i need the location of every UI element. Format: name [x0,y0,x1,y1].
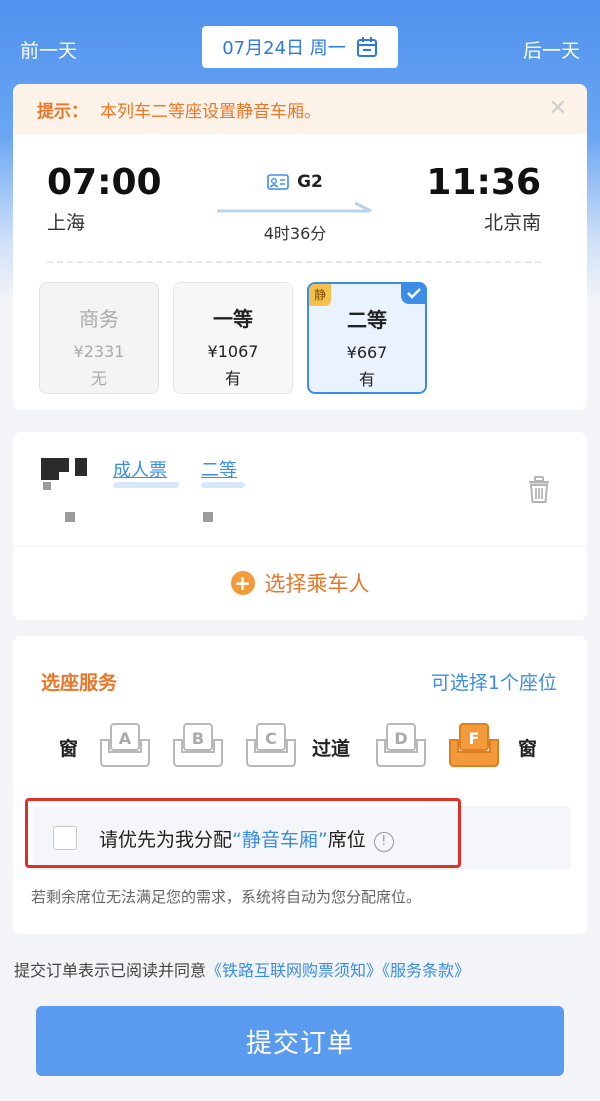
seat-f-button[interactable]: F [446,722,502,770]
notice-text: 本列车二等座设置静音车厢。 [100,101,321,122]
seat-letter: D [394,729,408,748]
add-passenger-button[interactable]: + 选择乘车人 [13,568,587,598]
seat-class-availability: 有 [224,369,241,388]
departure-time: 07:00 [47,162,162,203]
date-label: 07月24日 周一 [222,38,346,59]
check-icon [401,282,427,304]
passenger-seat-class-link[interactable]: 二等 [201,456,237,488]
window-label-right: 窗 [518,738,538,760]
train-info-card: 提示： 本列车二等座设置静音车厢。 ✕ 07:00 上海 G2 4时36分 11… [13,84,587,410]
trash-icon[interactable] [527,476,551,504]
travel-duration: 4时36分 [263,224,327,243]
submit-order-button[interactable]: 提交订单 [36,1006,564,1076]
train-number: G2 [297,172,323,192]
agreement-prefix: 提交订单表示已阅读并同意 [14,961,207,980]
aisle-label: 过道 [312,738,351,760]
terms-link[interactable]: 《服务条款》 [382,961,470,980]
agreement-text: 提交订单表示已阅读并同意《铁路互联网购票须知》《服务条款》 [14,957,470,981]
quiet-carriage-badge: 静 [309,284,331,306]
seat-class-availability: 有 [358,370,375,389]
arrival-time: 11:36 [426,162,541,203]
seat-map-row: 窗 A B C 过道 D F 窗 [13,722,587,772]
divider [47,261,541,263]
add-passenger-label: 选择乘车人 [264,572,370,596]
seat-b-button[interactable]: B [170,722,226,770]
id-card-icon [267,174,289,190]
seat-a-button[interactable]: A [97,722,153,770]
ticket-type-link[interactable]: 成人票 [113,456,167,488]
seat-letter: C [265,729,277,748]
seat-d-button[interactable]: D [373,722,429,770]
route-arrow-icon [217,201,372,213]
ticket-rules-link[interactable]: 《铁路互联网购票须知》 [206,961,382,980]
divider [13,546,587,547]
seat-letter: F [468,729,480,748]
seat-selection-card: 选座服务 可选择1个座位 窗 A B C 过道 D F 窗 请优先为我分配“静音 [13,636,587,934]
arrival-station: 北京南 [483,212,541,234]
calendar-icon [356,37,377,57]
highlight-frame [25,798,461,868]
departure-station: 上海 [47,212,86,234]
seat-c-button[interactable]: C [243,722,299,770]
seat-letter: A [118,729,132,748]
seat-class-price: ¥667 [346,343,388,362]
passenger-card: 成人票 二等 + 选择乘车人 [13,432,587,620]
seat-class-business[interactable]: 商务 ¥2331 无 [39,282,159,394]
date-picker[interactable]: 07月24日 周一 [202,26,398,68]
seat-class-price: ¥1067 [207,342,259,361]
seat-class-first[interactable]: 一等 ¥1067 有 [173,282,293,394]
notice-label: 提示： [37,101,88,122]
window-label-left: 窗 [59,738,79,760]
next-day-button[interactable]: 后一天 [523,36,580,63]
seat-class-name: 一等 [213,307,253,331]
seat-class-price: ¥2331 [73,342,125,361]
seat-class-availability: 无 [90,369,107,388]
notice-bar: 提示： 本列车二等座设置静音车厢。 ✕ [13,84,587,134]
date-navigation: 前一天 07月24日 周一 后一天 [0,24,600,70]
seat-class-name: 二等 [347,308,387,332]
seat-allocation-note: 若剩余席位无法满足您的需求，系统将自动为您分配席位。 [31,888,422,906]
seat-limit-text: 可选择1个座位 [430,672,557,694]
seat-class-name: 商务 [79,307,119,331]
train-summary[interactable]: G2 4时36分 [213,172,377,244]
close-icon[interactable]: ✕ [549,96,567,121]
seat-service-title: 选座服务 [41,672,118,694]
seat-class-second[interactable]: 静 二等 ¥667 有 [307,282,427,394]
seat-letter: B [191,729,205,748]
plus-icon: + [230,571,255,595]
prev-day-button[interactable]: 前一天 [20,36,77,63]
